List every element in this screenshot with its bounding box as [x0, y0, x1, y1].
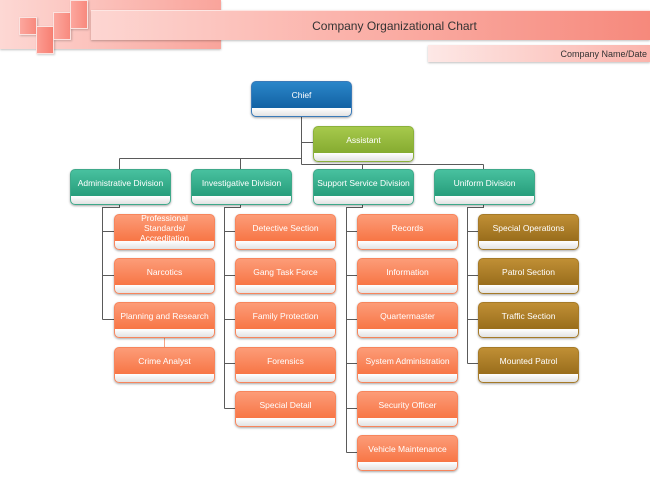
node-family-protection[interactable]: Family Protection: [235, 302, 336, 338]
node-label: Uniform Division: [453, 178, 516, 188]
node-vehicle-maintenance[interactable]: Vehicle Maintenance: [357, 435, 458, 471]
node-label: Professional Standards/ Accreditation: [139, 214, 190, 243]
node-mounted-patrol[interactable]: Mounted Patrol: [478, 347, 579, 383]
node-label: System Administration: [365, 356, 450, 366]
node-gang-task-force[interactable]: Gang Task Force: [235, 258, 336, 294]
node-label: Traffic Section: [501, 311, 556, 321]
node-label: Patrol Section: [502, 267, 555, 277]
node-security-officer[interactable]: Security Officer: [357, 391, 458, 427]
node-label: Family Protection: [252, 311, 319, 321]
node-label: Administrative Division: [77, 178, 164, 188]
node-special-operations[interactable]: Special Operations: [478, 214, 579, 250]
node-crime-analyst[interactable]: Crime Analyst: [114, 347, 215, 383]
node-records[interactable]: Records: [357, 214, 458, 250]
node-label: Narcotics: [146, 267, 183, 277]
node-uniform-division[interactable]: Uniform Division: [434, 169, 535, 205]
node-assistant[interactable]: Assistant: [313, 126, 414, 162]
node-label: Planning and Research: [120, 311, 209, 321]
node-label: Assistant: [346, 135, 381, 145]
node-label: Special Detail: [259, 400, 312, 410]
node-professional-standards[interactable]: Professional Standards/ Accreditation: [114, 214, 215, 250]
node-planning-and-research[interactable]: Planning and Research: [114, 302, 215, 338]
node-administrative-division[interactable]: Administrative Division: [70, 169, 171, 205]
node-label: Records: [391, 223, 424, 233]
node-label: Gang Task Force: [253, 267, 318, 277]
node-special-detail[interactable]: Special Detail: [235, 391, 336, 427]
node-label: Forensics: [267, 356, 304, 366]
node-chief[interactable]: Chief: [251, 81, 352, 117]
node-label: Quartermaster: [380, 311, 435, 321]
node-support-service-division[interactable]: Support Service Division: [313, 169, 414, 205]
node-system-administration[interactable]: System Administration: [357, 347, 458, 383]
node-label: Detective Section: [252, 223, 319, 233]
node-label: Support Service Division: [317, 178, 410, 188]
node-information[interactable]: Information: [357, 258, 458, 294]
node-label: Security Officer: [378, 400, 437, 410]
node-label: Mounted Patrol: [499, 356, 558, 366]
node-forensics[interactable]: Forensics: [235, 347, 336, 383]
node-label: Information: [386, 267, 429, 277]
node-patrol-section[interactable]: Patrol Section: [478, 258, 579, 294]
node-label: Investigative Division: [201, 178, 282, 188]
node-detective-section[interactable]: Detective Section: [235, 214, 336, 250]
node-quartermaster[interactable]: Quartermaster: [357, 302, 458, 338]
node-investigative-division[interactable]: Investigative Division: [191, 169, 292, 205]
node-label: Vehicle Maintenance: [368, 444, 447, 454]
node-label: Crime Analyst: [138, 356, 191, 366]
node-label: Chief: [291, 90, 312, 100]
node-narcotics[interactable]: Narcotics: [114, 258, 215, 294]
node-label: Special Operations: [492, 223, 565, 233]
node-traffic-section[interactable]: Traffic Section: [478, 302, 579, 338]
